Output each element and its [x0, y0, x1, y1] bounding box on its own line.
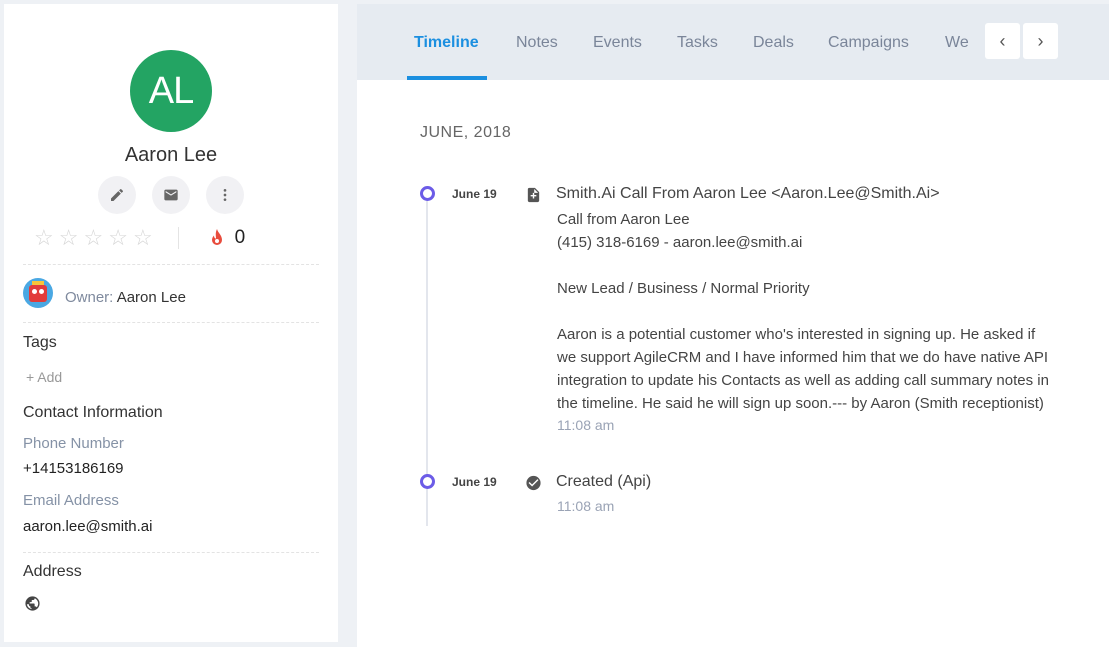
event-body: Call from Aaron Lee (415) 318-6169 - aar…	[557, 208, 1077, 415]
tab-tasks[interactable]: Tasks	[677, 34, 718, 52]
event-body-line: Aaron is a potential customer who's inte…	[557, 326, 1036, 343]
event-title[interactable]: Created (Api)	[556, 473, 651, 491]
event-date: June 19	[452, 475, 497, 489]
owner-label: Owner:	[65, 289, 114, 306]
globe-icon	[25, 596, 40, 611]
lead-score: 0	[234, 227, 246, 248]
timeline-dot	[420, 474, 435, 489]
owner-avatar	[23, 278, 53, 308]
tab-events[interactable]: Events	[593, 34, 642, 52]
event-time: 11:08 am	[557, 417, 615, 433]
pencil-icon	[111, 188, 124, 201]
event-body-line: New Lead / Business / Normal Priority	[557, 280, 810, 297]
tags-title: Tags	[23, 334, 57, 351]
event-body-line	[557, 254, 1077, 277]
event-body-line	[557, 300, 1077, 323]
star-icon[interactable]: ☆	[108, 227, 128, 249]
contact-card: AL Aaron Lee ☆ ☆ ☆ ☆ ☆ 0 Owner: Aaron Le…	[4, 4, 338, 642]
divider	[23, 552, 319, 553]
event-time: 11:08 am	[557, 498, 615, 514]
check-circle-icon	[526, 475, 541, 491]
star-icon[interactable]: ☆	[83, 227, 103, 249]
tab-notes[interactable]: Notes	[516, 34, 558, 52]
email-value[interactable]: aaron.lee@smith.ai	[23, 518, 152, 535]
contact-info-title: Contact Information	[23, 404, 163, 421]
rating-row: ☆ ☆ ☆ ☆ ☆ 0	[34, 227, 245, 249]
event-date: June 19	[452, 187, 497, 201]
tab-web[interactable]: We	[945, 34, 969, 52]
star-icon[interactable]: ☆	[59, 227, 79, 249]
email-button[interactable]	[152, 176, 190, 214]
contact-actions	[98, 176, 244, 214]
owner-name[interactable]: Aaron Lee	[117, 289, 186, 306]
add-tag-button[interactable]: + Add	[26, 369, 62, 385]
tab-campaigns[interactable]: Campaigns	[828, 34, 909, 52]
contact-avatar: AL	[130, 50, 212, 132]
tab-deals[interactable]: Deals	[753, 34, 794, 52]
note-add-icon	[527, 187, 540, 203]
timeline-dot	[420, 186, 435, 201]
more-vertical-icon	[223, 189, 227, 201]
flame-icon	[209, 229, 225, 247]
owner: Owner: Aaron Lee	[65, 289, 186, 306]
tab-timeline[interactable]: Timeline	[414, 34, 479, 52]
divider	[177, 227, 179, 249]
event-body-line: we support AgileCRM and I have informed …	[557, 349, 1049, 366]
tabs-prev-button[interactable]: ‹	[985, 23, 1020, 59]
event-body-line: Call from Aaron Lee	[557, 211, 690, 228]
star-icon[interactable]: ☆	[133, 227, 153, 249]
phone-value[interactable]: +14153186169	[23, 460, 124, 477]
more-options-button[interactable]	[206, 176, 244, 214]
event-body-line: integration to update his Contacts as we…	[557, 372, 1049, 389]
tabs-next-button[interactable]: ›	[1023, 23, 1058, 59]
event-body-line: the timeline. He said he will sign up so…	[557, 395, 1044, 412]
divider	[23, 264, 319, 265]
star-icon[interactable]: ☆	[34, 227, 54, 249]
divider	[23, 322, 319, 323]
email-label: Email Address	[23, 492, 119, 509]
event-title[interactable]: Smith.Ai Call From Aaron Lee <Aaron.Lee@…	[556, 185, 940, 203]
active-tab-indicator	[407, 76, 487, 80]
phone-label: Phone Number	[23, 435, 124, 452]
timeline-month: JUNE, 2018	[420, 124, 512, 141]
address-title: Address	[23, 563, 82, 580]
event-body-line: (415) 318-6169 - aaron.lee@smith.ai	[557, 234, 803, 251]
mail-icon	[164, 189, 178, 201]
main-panel: Timeline Notes Events Tasks Deals Campai…	[357, 4, 1109, 647]
contact-name: Aaron Lee	[124, 144, 218, 166]
tab-bar: Timeline Notes Events Tasks Deals Campai…	[357, 4, 1109, 80]
edit-button[interactable]	[98, 176, 136, 214]
